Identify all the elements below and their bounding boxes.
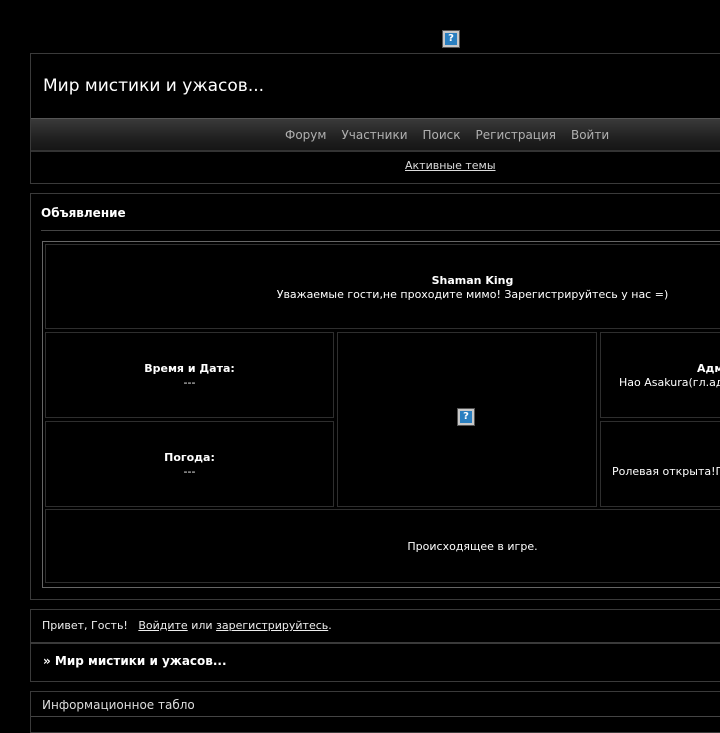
admin-value: Hao Asakura(гл.ад <box>619 376 720 389</box>
login-link[interactable]: Войдите <box>138 619 187 632</box>
broken-image-icon: ? <box>457 408 475 426</box>
weather-value: --- <box>183 465 196 478</box>
game-title: Shaman King <box>431 274 514 287</box>
greeting: Привет, Гость! Войдите или зарегистрируй… <box>42 619 332 632</box>
greeting-or: или <box>191 619 213 632</box>
main-nav: Форум Участники Поиск Регистрация Войти <box>31 118 720 152</box>
divider <box>31 716 720 717</box>
weather-label: Погода: <box>164 451 215 464</box>
info-board-title: Информационное табло <box>42 698 195 712</box>
nav-register[interactable]: Регистрация <box>476 128 556 142</box>
broken-image-icon: ? <box>442 30 460 48</box>
time-cell <box>45 332 334 418</box>
nav-search[interactable]: Поиск <box>423 128 461 142</box>
rp-status: Ролевая открыта!П <box>612 465 720 478</box>
divider <box>31 150 720 151</box>
rp-status-cell <box>600 421 720 507</box>
game-subtitle: Уважаемые гости,не проходите мимо! Зарег… <box>276 288 669 301</box>
nav-forum[interactable]: Форум <box>285 128 326 142</box>
time-value: --- <box>183 376 196 389</box>
weather-cell <box>45 421 334 507</box>
breadcrumb[interactable]: » Мир мистики и ужасов... <box>43 654 227 668</box>
nav-login[interactable]: Войти <box>571 128 609 142</box>
admin-label: Адм <box>697 362 720 375</box>
time-label: Время и Дата: <box>144 362 235 375</box>
happening-text: Происходящее в игре. <box>407 540 538 553</box>
register-link[interactable]: зарегистрируйтесь <box>216 619 328 632</box>
announcement-title: Объявление <box>41 206 126 220</box>
greeting-hello: Привет, Гость! <box>42 619 128 632</box>
nav-members[interactable]: Участники <box>341 128 407 142</box>
admin-cell <box>600 332 720 418</box>
greeting-dot: . <box>328 619 332 632</box>
forum-title[interactable]: Мир мистики и ужасов... <box>43 76 264 96</box>
divider <box>41 230 720 231</box>
active-topics-link[interactable]: Активные темы <box>405 159 496 172</box>
